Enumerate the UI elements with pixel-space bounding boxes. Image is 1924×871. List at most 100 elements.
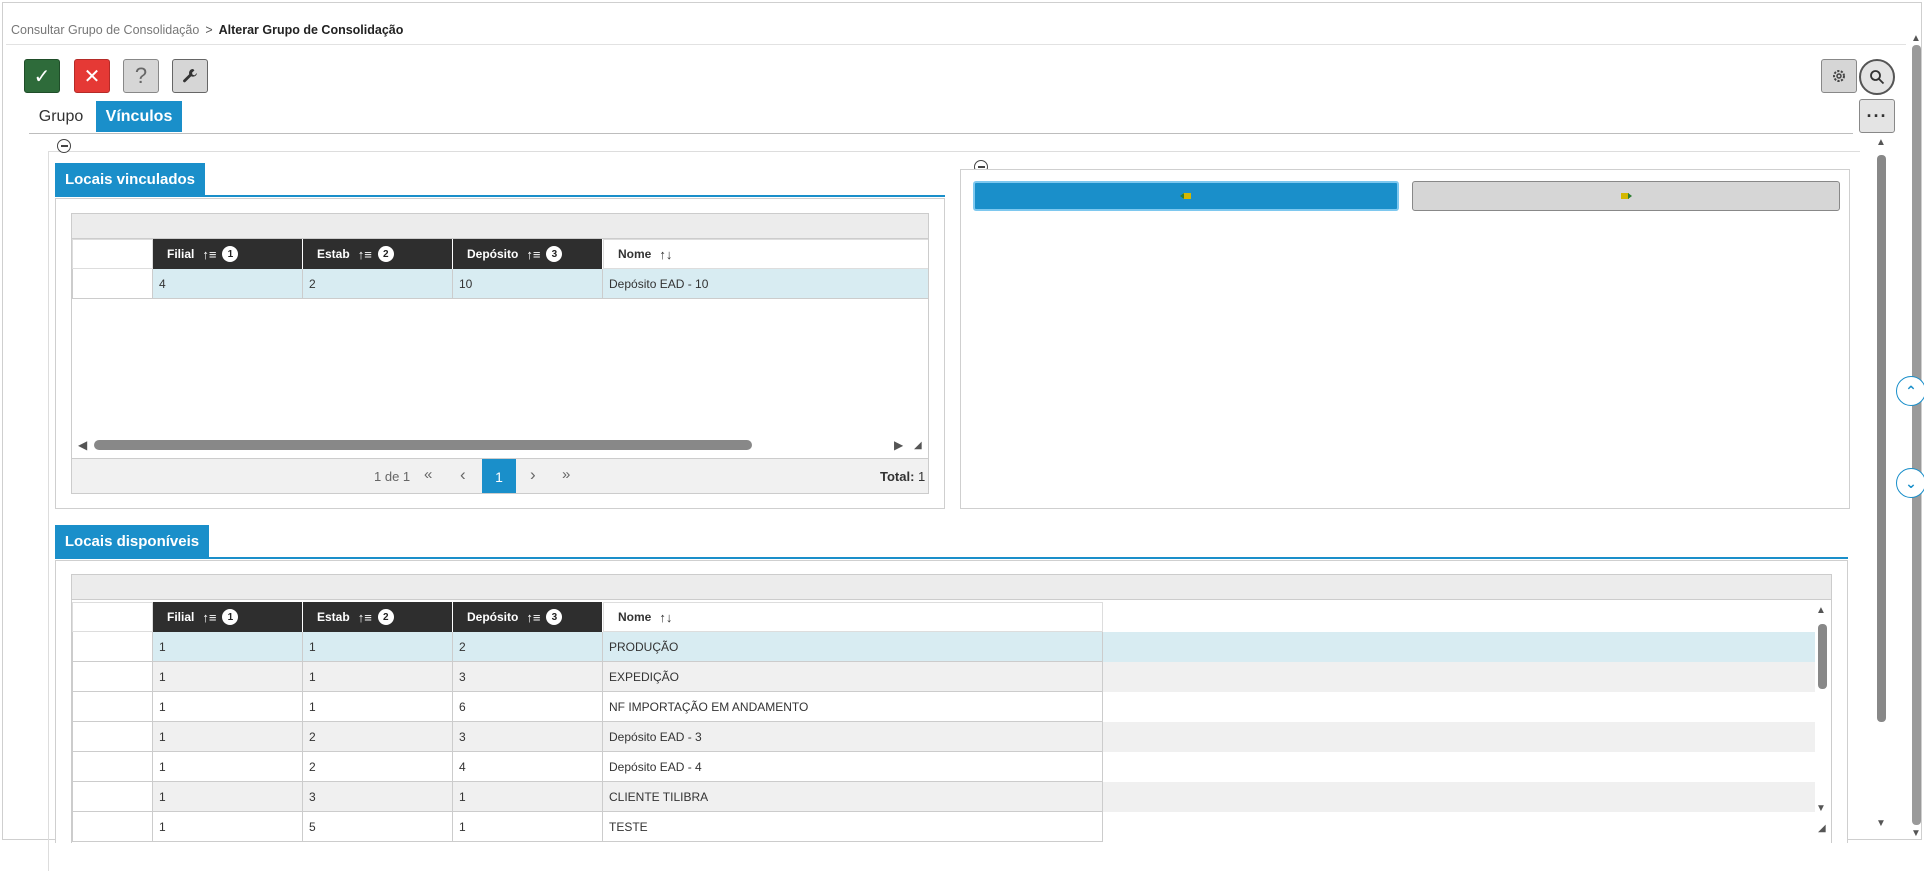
search-icon	[1870, 70, 1885, 85]
table-row[interactable]: 1 1 2 PRODUÇÃO	[72, 632, 1815, 662]
scroll-to-bottom-button[interactable]: ⌄	[1896, 468, 1924, 498]
col-label: Filial	[167, 247, 195, 261]
col-nome[interactable]: Nome ↑↓	[603, 602, 1103, 632]
row-selector[interactable]	[72, 782, 153, 812]
tab-vinculos[interactable]: Vínculos	[96, 101, 182, 132]
scroll-down-icon[interactable]: ▼	[1816, 803, 1826, 814]
table-row[interactable]: 4 2 10 Depósito EAD - 10	[72, 269, 928, 299]
col-nome[interactable]: Nome ↑↓	[603, 239, 928, 269]
help-button[interactable]: ?	[123, 59, 159, 93]
cell-deposito: 3	[453, 722, 603, 752]
prev-page-button[interactable]: ‹	[460, 465, 466, 485]
table-row[interactable]: 1 1 6 NF IMPORTAÇÃO EM ANDAMENTO	[72, 692, 1815, 722]
cell-deposito: 6	[453, 692, 603, 722]
sort-asc-icon: ↑≡	[526, 246, 541, 262]
cell-estab: 5	[303, 812, 453, 842]
cell-filial: 1	[153, 662, 303, 692]
tab-grupo[interactable]: Grupo	[31, 101, 91, 132]
horizontal-scrollbar[interactable]	[94, 440, 752, 450]
cell-estab: 2	[303, 269, 453, 299]
sort-asc-icon: ↑≡	[357, 246, 372, 262]
collapse-section-icon[interactable]	[57, 139, 71, 153]
confirm-button[interactable]: ✓	[24, 59, 60, 93]
row-selector[interactable]	[72, 722, 153, 752]
col-estab[interactable]: Estab ↑≡ 2	[303, 239, 453, 269]
table-row[interactable]: 1 1 3 EXPEDIÇÃO	[72, 662, 1815, 692]
window-scroll-up-icon[interactable]: ▲	[1911, 33, 1921, 44]
next-page-button[interactable]: ›	[530, 465, 536, 485]
col-filial[interactable]: Filial ↑≡ 1	[153, 239, 303, 269]
tools-button[interactable]	[172, 59, 208, 93]
breadcrumb-parent[interactable]: Consultar Grupo de Consolidação	[11, 23, 199, 37]
table-row[interactable]: 1 5 1 TESTE	[72, 812, 1815, 842]
cell-nome: Depósito EAD - 4	[603, 752, 1103, 782]
cell-estab: 1	[303, 692, 453, 722]
scroll-to-top-button[interactable]: ⌃	[1896, 376, 1924, 406]
table-row[interactable]: 1 2 4 Depósito EAD - 4	[72, 752, 1815, 782]
col-deposito[interactable]: Depósito ↑≡ 3	[453, 239, 603, 269]
sort-asc-icon: ↑≡	[202, 246, 217, 262]
table-row[interactable]: 1 2 3 Depósito EAD - 3	[72, 722, 1815, 752]
help-icon: ?	[134, 63, 148, 88]
row-selector[interactable]	[72, 269, 153, 299]
row-selector[interactable]	[72, 692, 153, 722]
cell-filial: 1	[153, 632, 303, 662]
sort-order-badge: 1	[222, 246, 239, 262]
page-scroll-down-icon[interactable]: ▼	[1876, 818, 1886, 829]
actions-panel	[960, 169, 1850, 509]
search-button[interactable]	[1859, 59, 1895, 95]
more-options-button[interactable]: ···	[1859, 99, 1895, 133]
sort-icon: ↑↓	[659, 246, 673, 262]
chevron-double-up-icon: ⌃	[1905, 382, 1917, 399]
settings-button[interactable]	[1821, 59, 1857, 93]
col-label: Nome	[618, 247, 652, 261]
cell-nome: EXPEDIÇÃO	[603, 662, 1103, 692]
gear-icon	[1833, 70, 1845, 82]
linked-grid-header: Filial ↑≡ 1 Estab ↑≡ 2 Depósito ↑≡ 3 Nome ↑↓	[72, 239, 928, 269]
sort-order-badge: 1	[222, 609, 239, 625]
scroll-up-icon[interactable]: ▲	[1816, 605, 1826, 616]
scroll-left-icon[interactable]: ◀	[78, 438, 87, 452]
row-selector[interactable]	[72, 662, 153, 692]
grid-group-bar	[72, 575, 1831, 600]
col-estab[interactable]: Estab ↑≡ 2	[303, 602, 453, 632]
sort-order-badge: 2	[377, 246, 394, 262]
window-scroll-down-icon[interactable]: ▼	[1911, 828, 1921, 839]
cell-filial: 1	[153, 782, 303, 812]
more-icon: ···	[1866, 105, 1888, 126]
cell-deposito: 1	[453, 812, 603, 842]
link-add-button[interactable]	[973, 181, 1399, 211]
current-page-button[interactable]: 1	[482, 459, 516, 493]
col-deposito[interactable]: Depósito ↑≡ 3	[453, 602, 603, 632]
available-grid-header: Filial ↑≡ 1 Estab ↑≡ 2 Depósito ↑≡ 3 Nome ↑↓	[72, 602, 1103, 632]
cancel-button[interactable]: ✕	[74, 59, 110, 93]
col-label: Filial	[167, 610, 195, 624]
col-filial[interactable]: Filial ↑≡ 1	[153, 602, 303, 632]
table-row[interactable]: 1 3 1 CLIENTE TILIBRA	[72, 782, 1815, 812]
cell-nome: TESTE	[603, 812, 1103, 842]
cell-nome: Depósito EAD - 10	[603, 269, 928, 299]
grid-vertical-scrollbar[interactable]	[1818, 624, 1827, 689]
resize-grip-icon[interactable]: ◢	[1818, 823, 1826, 834]
link-remove-icon	[1621, 193, 1632, 199]
linked-pager: 1 de 1 « ‹ 1 › » Total: 1	[72, 458, 928, 493]
row-selector[interactable]	[72, 752, 153, 782]
first-page-button[interactable]: «	[424, 466, 432, 483]
resize-grip-icon[interactable]: ◢	[914, 440, 922, 451]
sort-order-badge: 2	[377, 609, 394, 625]
sort-icon: ↑↓	[659, 609, 673, 625]
row-selector[interactable]	[72, 812, 153, 842]
page-scroll-up-icon[interactable]: ▲	[1876, 137, 1886, 148]
col-label: Depósito	[467, 610, 519, 624]
cell-filial: 1	[153, 692, 303, 722]
last-page-button[interactable]: »	[562, 466, 570, 483]
page-vertical-scrollbar[interactable]	[1877, 155, 1886, 722]
breadcrumb-separator: >	[205, 23, 213, 37]
scroll-right-icon[interactable]: ▶	[894, 438, 903, 452]
row-selector[interactable]	[72, 632, 153, 662]
link-remove-button[interactable]	[1412, 181, 1840, 211]
page-info: 1 de 1	[374, 469, 411, 484]
sort-order-badge: 3	[546, 246, 563, 262]
window-vertical-scrollbar[interactable]	[1912, 45, 1921, 825]
cell-estab: 1	[303, 662, 453, 692]
